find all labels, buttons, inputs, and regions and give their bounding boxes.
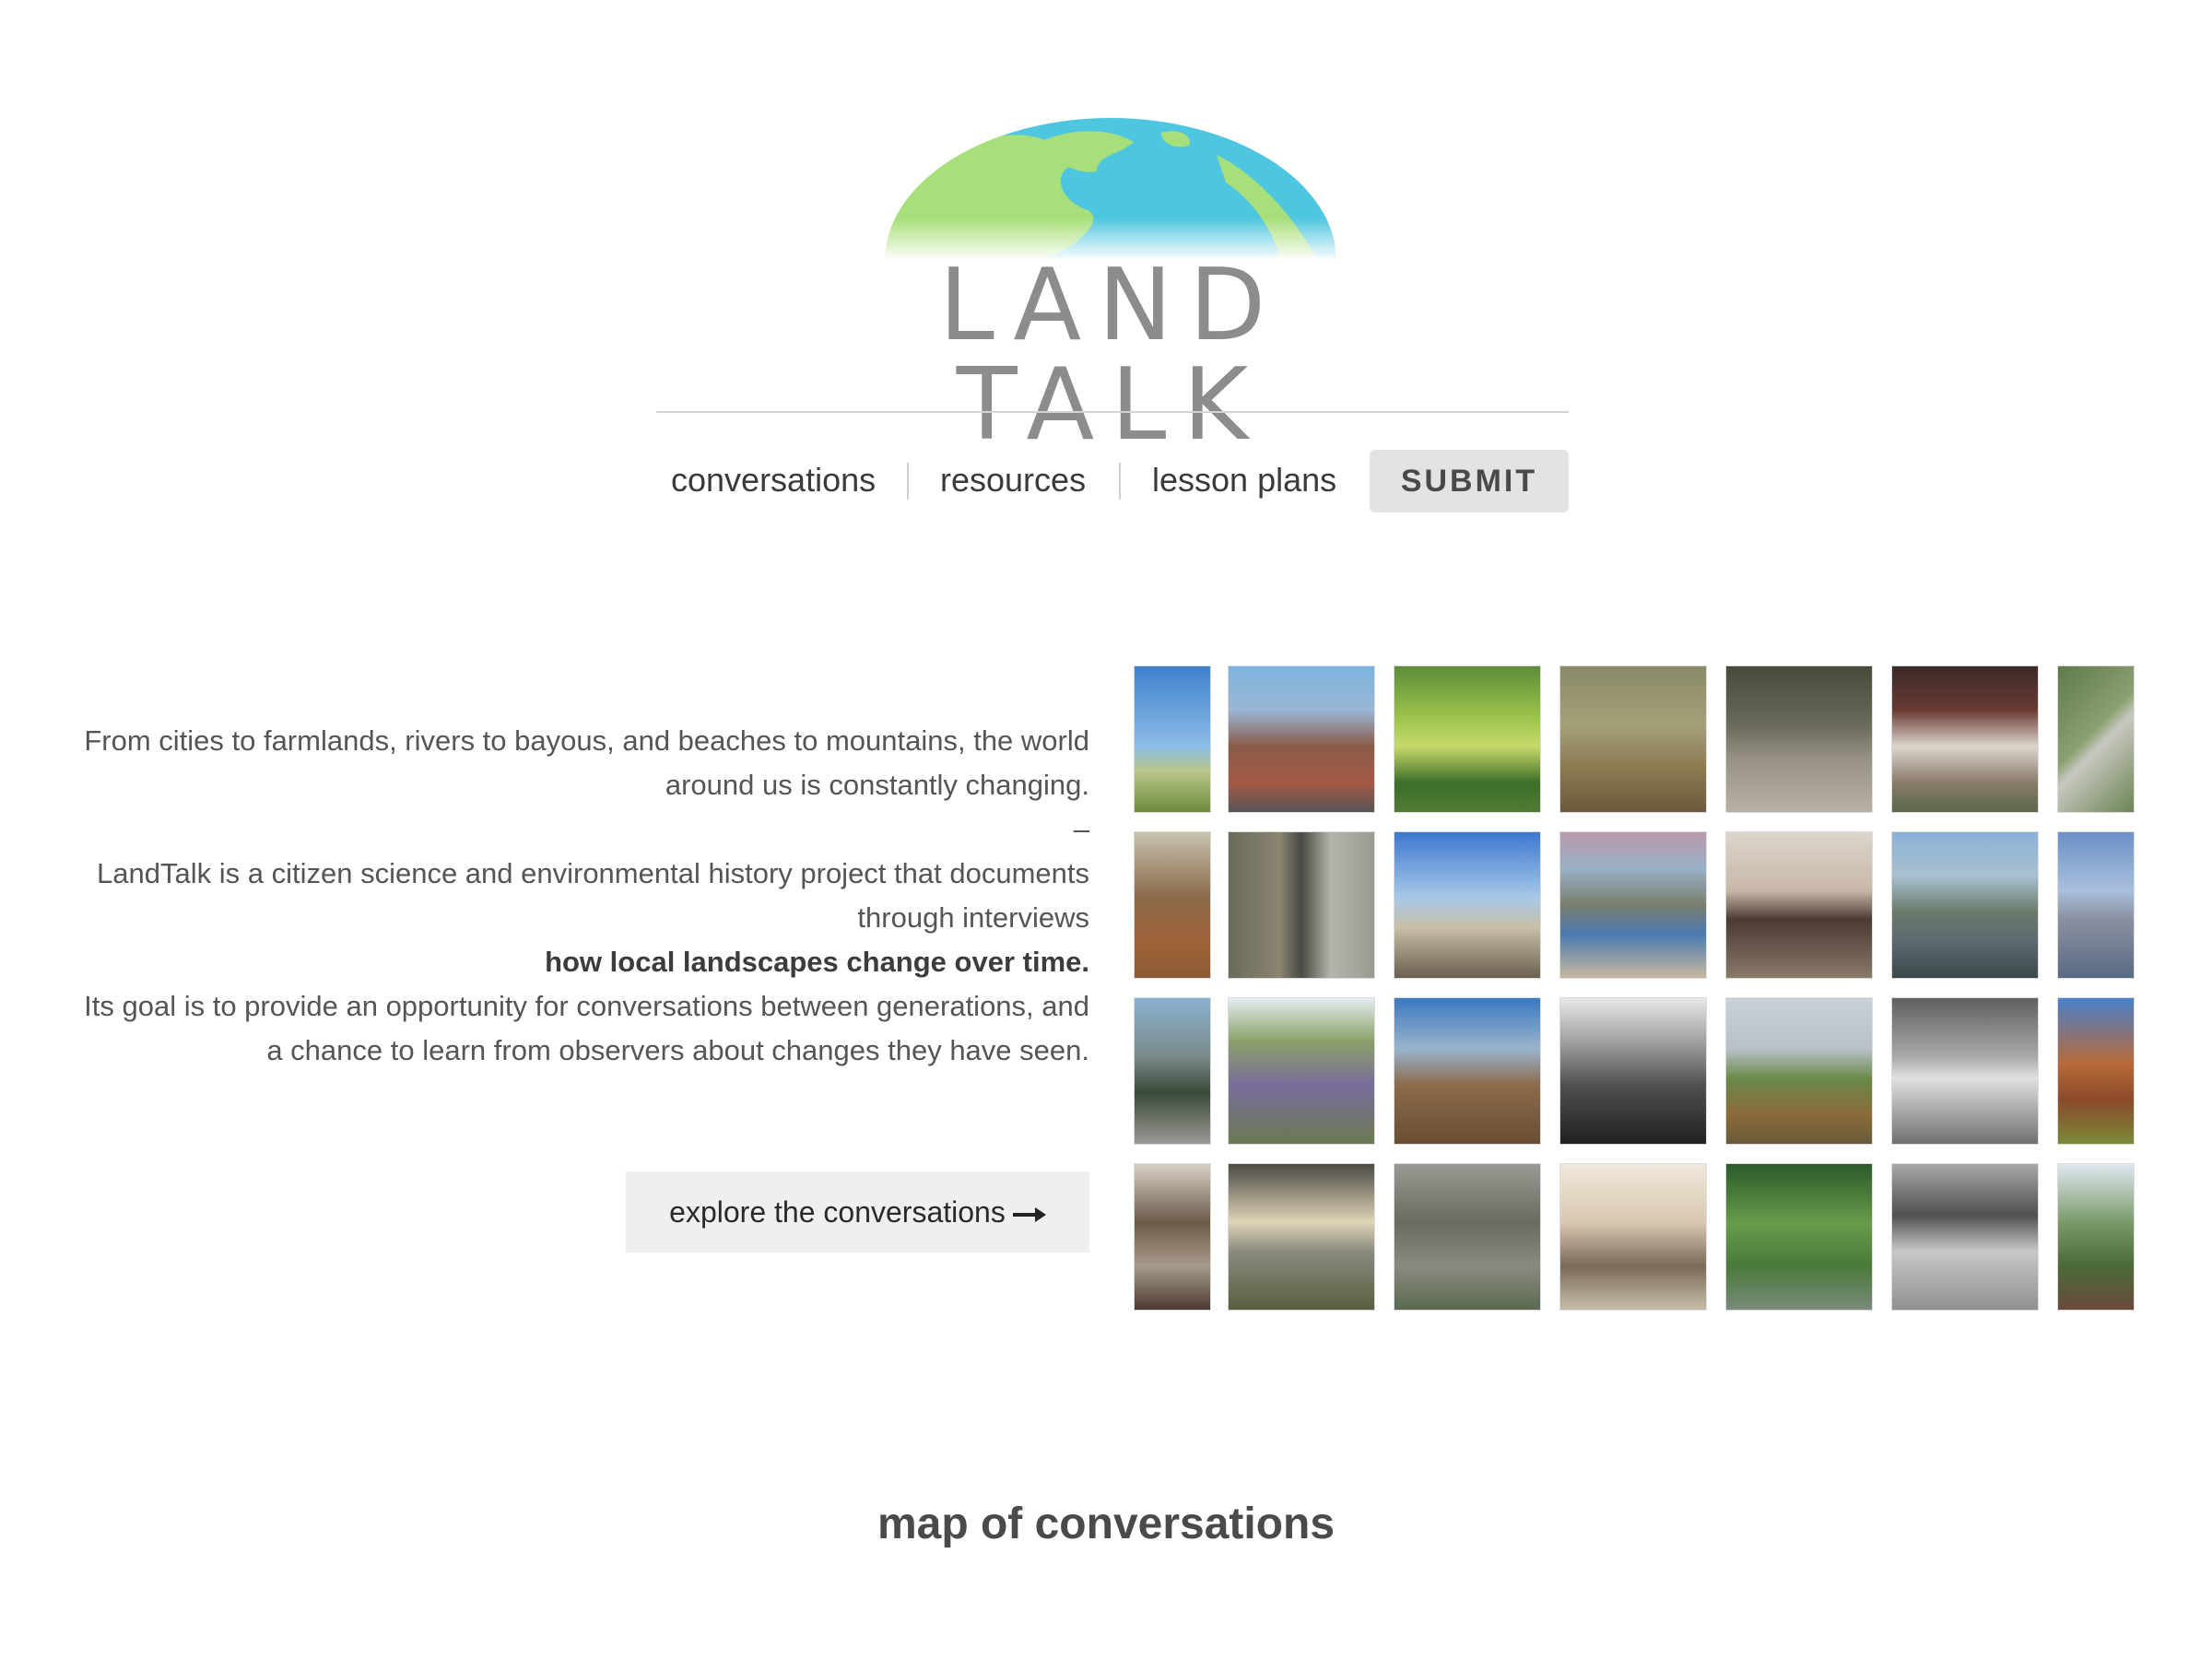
logo-wordmark: LAND TALK (938, 248, 1283, 463)
map-section-title: map of conversations (877, 1500, 1335, 1548)
main-nav: conversations resources lesson plans SUB… (656, 450, 1569, 512)
globe-icon (885, 118, 1336, 261)
submit-button[interactable]: SUBMIT (1370, 450, 1569, 512)
intro-line-3: Its goal is to provide an opportunity fo… (84, 990, 1089, 1066)
gallery-thumbnail[interactable] (1228, 831, 1375, 979)
gallery-thumbnail[interactable] (1725, 665, 1873, 813)
explore-button-label: explore the conversations (669, 1195, 1006, 1229)
gallery-thumbnail[interactable] (1394, 997, 1541, 1145)
gallery-thumbnail[interactable] (1134, 831, 1211, 979)
intro-highlight: how local landscapes change over time. (545, 946, 1089, 978)
intro-line-1: From cities to farmlands, rivers to bayo… (84, 724, 1089, 801)
nav-separator (907, 463, 909, 500)
intro-dash: – (1073, 813, 1089, 845)
gallery-thumbnail[interactable] (2057, 665, 2135, 813)
gallery-thumbnail[interactable] (2057, 997, 2135, 1145)
nav-separator (1119, 463, 1121, 500)
intro-line-2: LandTalk is a citizen science and enviro… (97, 857, 1089, 934)
gallery-thumbnail[interactable] (1559, 665, 1707, 813)
photo-gallery (1134, 665, 2135, 1312)
gallery-thumbnail[interactable] (1559, 831, 1707, 979)
nav-conversations[interactable]: conversations (671, 461, 876, 500)
gallery-thumbnail[interactable] (1228, 997, 1375, 1145)
arrow-right-icon (1012, 1206, 1046, 1222)
gallery-thumbnail[interactable] (1559, 1163, 1707, 1311)
gallery-thumbnail[interactable] (1891, 997, 2039, 1145)
gallery-thumbnail[interactable] (1559, 997, 1707, 1145)
gallery-thumbnail[interactable] (1228, 665, 1375, 813)
gallery-thumbnail[interactable] (1725, 997, 1873, 1145)
explore-conversations-button[interactable]: explore the conversations (626, 1171, 1089, 1253)
gallery-thumbnail[interactable] (1725, 831, 1873, 979)
gallery-thumbnail[interactable] (1134, 997, 1211, 1145)
gallery-thumbnail[interactable] (1228, 1163, 1375, 1311)
gallery-thumbnail[interactable] (1725, 1163, 1873, 1311)
gallery-thumbnail[interactable] (1891, 831, 2039, 979)
landtalk-logo[interactable]: LAND TALK (793, 118, 1429, 455)
gallery-thumbnail[interactable] (1134, 1163, 1211, 1311)
gallery-thumbnail[interactable] (1891, 1163, 2039, 1311)
gallery-thumbnail[interactable] (1394, 1163, 1541, 1311)
gallery-thumbnail[interactable] (2057, 1163, 2135, 1311)
nav-resources[interactable]: resources (940, 461, 1086, 500)
intro-text: From cities to farmlands, rivers to bayo… (83, 719, 1089, 1073)
gallery-thumbnail[interactable] (2057, 831, 2135, 979)
nav-lesson-plans[interactable]: lesson plans (1152, 461, 1336, 500)
gallery-thumbnail[interactable] (1134, 665, 1211, 813)
gallery-thumbnail[interactable] (1891, 665, 2039, 813)
header-divider (656, 411, 1569, 413)
gallery-thumbnail[interactable] (1394, 831, 1541, 979)
gallery-thumbnail[interactable] (1394, 665, 1541, 813)
